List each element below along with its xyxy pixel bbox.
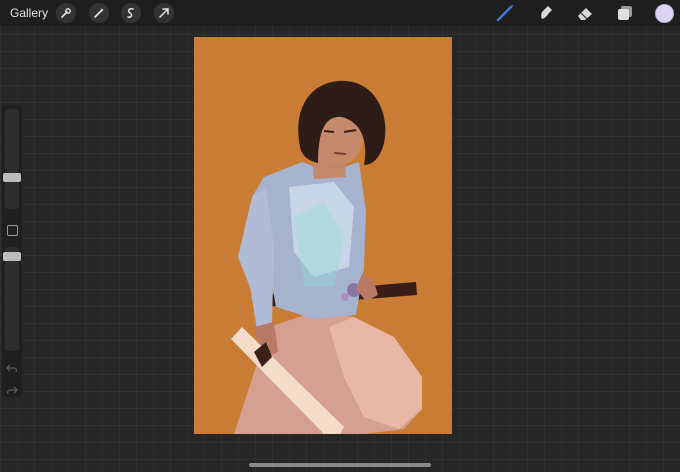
opacity-slider[interactable] — [3, 247, 21, 351]
magic-wand-icon[interactable] — [89, 3, 109, 23]
gallery-button[interactable]: Gallery — [10, 6, 48, 20]
left-sidebar — [2, 105, 22, 397]
layers-icon[interactable] — [614, 2, 636, 24]
top-toolbar: Gallery — [0, 0, 680, 26]
drawing-canvas[interactable] — [194, 37, 452, 434]
artwork-illustration — [231, 80, 422, 434]
eraser-icon[interactable] — [574, 2, 596, 24]
home-indicator — [249, 463, 431, 467]
modify-button[interactable] — [7, 225, 18, 236]
wrench-icon[interactable] — [56, 3, 76, 23]
smudge-icon[interactable] — [535, 2, 557, 24]
transform-icon[interactable] — [154, 3, 174, 23]
selection-icon[interactable] — [121, 3, 141, 23]
undo-icon[interactable] — [6, 361, 18, 373]
brush-size-thumb[interactable] — [3, 173, 21, 182]
opacity-thumb[interactable] — [3, 252, 21, 261]
brush-size-slider[interactable] — [3, 109, 21, 209]
color-picker-swatch[interactable] — [655, 4, 674, 23]
redo-icon[interactable] — [6, 383, 18, 395]
brush-icon[interactable] — [494, 2, 516, 24]
